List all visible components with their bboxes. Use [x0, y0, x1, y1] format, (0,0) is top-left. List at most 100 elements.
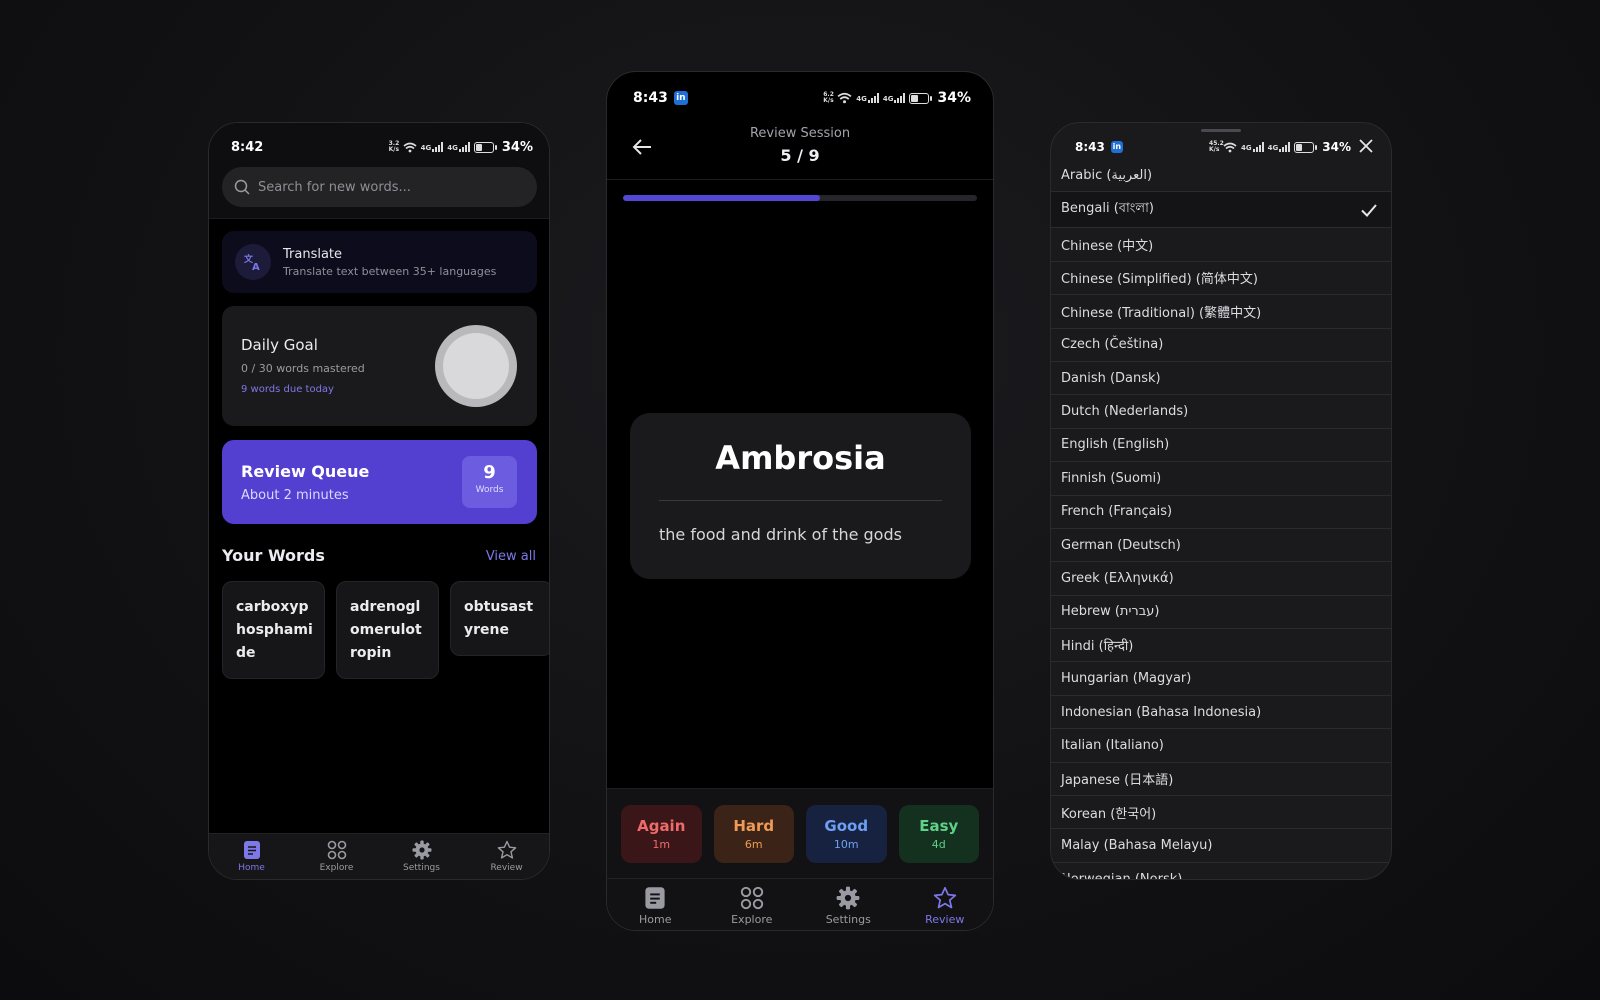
- word-card[interactable]: obtusastyrene: [450, 581, 549, 656]
- language-option[interactable]: Malay (Bahasa Melayu): [1051, 829, 1391, 863]
- hard-button[interactable]: Hard 6m: [713, 805, 794, 863]
- nav-settings[interactable]: Settings: [379, 834, 464, 879]
- language-option[interactable]: Japanese (日本語): [1051, 763, 1391, 797]
- language-option[interactable]: Indonesian (Bahasa Indonesia): [1051, 696, 1391, 730]
- star-icon: [497, 840, 517, 860]
- hard-interval: 6m: [744, 838, 763, 851]
- search-placeholder: Search for new words...: [258, 179, 411, 195]
- language-option[interactable]: English (English): [1051, 429, 1391, 463]
- language-option[interactable]: Hungarian (Magyar): [1051, 662, 1391, 696]
- status-time: 8:42: [231, 139, 264, 155]
- language-option[interactable]: Greek (Ελληνικά): [1051, 562, 1391, 596]
- language-option[interactable]: French (Français): [1051, 496, 1391, 529]
- language-option[interactable]: Finnish (Suomi): [1051, 462, 1391, 496]
- language-option[interactable]: Dutch (Nederlands): [1051, 395, 1391, 429]
- nav-explore[interactable]: Explore: [294, 834, 379, 879]
- explore-icon: [327, 840, 347, 860]
- home-screen: 8:42 3.2 K/s 4G 4G 34% Search for new wor…: [208, 122, 550, 880]
- nav-review[interactable]: Review: [897, 879, 994, 930]
- signal-icon: 4G: [421, 142, 444, 152]
- queue-subtitle: About 2 minutes: [241, 488, 349, 503]
- sheet-drag-handle[interactable]: [1201, 129, 1241, 132]
- battery-icon: [909, 92, 933, 104]
- language-option[interactable]: Italian (Italiano): [1051, 729, 1391, 763]
- nav-review[interactable]: Review: [464, 834, 549, 879]
- linkedin-icon: in: [1110, 141, 1123, 153]
- word-card-list: carboxyphosphamide adrenoglomerulotropin…: [222, 581, 549, 679]
- network-speed: 45.2 K/s: [1209, 140, 1224, 153]
- again-button[interactable]: Again 1m: [621, 805, 702, 863]
- language-option[interactable]: Hebrew (עברית): [1051, 596, 1391, 630]
- translate-card[interactable]: 文A Translate Translate text between 35+ …: [222, 231, 537, 293]
- close-button[interactable]: [1355, 135, 1377, 157]
- search-icon: [234, 179, 250, 195]
- flashcard-divider: [659, 500, 942, 501]
- gear-icon: [412, 840, 432, 860]
- again-interval: 1m: [652, 838, 671, 851]
- review-queue-button[interactable]: Review Queue About 2 minutes 9 Words: [222, 440, 537, 524]
- word-card[interactable]: carboxyphosphamide: [222, 581, 325, 679]
- language-option[interactable]: Norwegian (Norsk): [1051, 863, 1391, 880]
- status-bar: 8:43 in 6.2 K/s 4G 4G 34%: [607, 86, 993, 110]
- linkedin-icon: in: [673, 91, 688, 105]
- wifi-icon: [837, 92, 852, 104]
- good-label: Good: [824, 817, 869, 835]
- nav-settings[interactable]: Settings: [800, 879, 897, 930]
- flashcard[interactable]: Ambrosia the food and drink of the gods: [630, 413, 971, 579]
- language-option[interactable]: German (Deutsch): [1051, 529, 1391, 563]
- nav-review-label: Review: [925, 912, 965, 926]
- nav-home[interactable]: Home: [607, 879, 704, 930]
- progress-bar: [623, 195, 977, 201]
- translate-icon: 文A: [235, 244, 271, 280]
- language-option[interactable]: Chinese (中文): [1051, 228, 1391, 262]
- language-option[interactable]: Arabic (العربية): [1051, 159, 1391, 193]
- language-option[interactable]: Korean (한국어): [1051, 796, 1391, 830]
- nav-home[interactable]: Home: [209, 834, 294, 879]
- signal-icon: 4G: [1268, 142, 1291, 152]
- word-card[interactable]: adrenoglomerulotropin: [336, 581, 439, 679]
- easy-button[interactable]: Easy 4d: [898, 805, 979, 863]
- gear-icon: [836, 886, 860, 910]
- language-option[interactable]: Chinese (Traditional) (繁體中文): [1051, 295, 1391, 329]
- bottom-nav: Home Explore Settings Review: [209, 833, 549, 879]
- nav-review-label: Review: [490, 863, 523, 873]
- nav-settings-label: Settings: [403, 863, 440, 873]
- view-all-link[interactable]: View all: [486, 549, 536, 564]
- search-input[interactable]: Search for new words...: [222, 167, 537, 207]
- wifi-icon: [403, 142, 417, 152]
- good-button[interactable]: Good 10m: [806, 805, 887, 863]
- battery-percent: 34%: [1322, 140, 1351, 154]
- signal-icon: 4G: [856, 93, 879, 103]
- explore-icon: [740, 886, 764, 910]
- status-icons: 3.2 K/s 4G 4G 34%: [389, 140, 533, 155]
- goal-progress-ring: [435, 325, 517, 407]
- wifi-icon: [1223, 142, 1237, 152]
- your-words-title: Your Words: [222, 546, 325, 565]
- status-icons: 6.2 K/s 4G 4G 34%: [823, 90, 971, 106]
- queue-title: Review Queue: [241, 462, 370, 481]
- status-time: 8:43: [1075, 140, 1105, 154]
- language-option-selected[interactable]: Bengali (বাংলা): [1051, 192, 1391, 229]
- nav-home-label: Home: [238, 863, 265, 873]
- battery-percent: 34%: [501, 139, 533, 155]
- status-bar: 8:42 3.2 K/s 4G 4G 34%: [209, 135, 549, 159]
- language-option[interactable]: Danish (Dansk): [1051, 362, 1391, 396]
- language-option[interactable]: Hindi (हिन्दी): [1051, 629, 1391, 663]
- hard-label: Hard: [733, 817, 775, 835]
- home-icon: [242, 840, 262, 860]
- review-screen: 8:43 in 6.2 K/s 4G 4G 34% Review Session …: [606, 71, 994, 931]
- flashcard-word: Ambrosia: [715, 439, 886, 477]
- nav-explore[interactable]: Explore: [704, 879, 801, 930]
- flashcard-definition: the food and drink of the gods: [659, 525, 902, 544]
- queue-count: 9: [483, 462, 496, 483]
- translate-title: Translate: [283, 246, 343, 262]
- language-picker-screen: 8:43 in 45.2 K/s 4G 4G 34% Arabic (العربي…: [1050, 122, 1392, 880]
- language-option[interactable]: Czech (Čeština): [1051, 329, 1391, 362]
- review-count: 5 / 9: [780, 146, 820, 165]
- goal-due: 9 words due today: [241, 384, 334, 395]
- star-icon: [933, 886, 957, 910]
- progress-fill: [623, 195, 820, 201]
- easy-label: Easy: [919, 817, 959, 835]
- review-header: Review Session 5 / 9: [607, 116, 993, 180]
- language-option[interactable]: Chinese (Simplified) (简体中文): [1051, 262, 1391, 296]
